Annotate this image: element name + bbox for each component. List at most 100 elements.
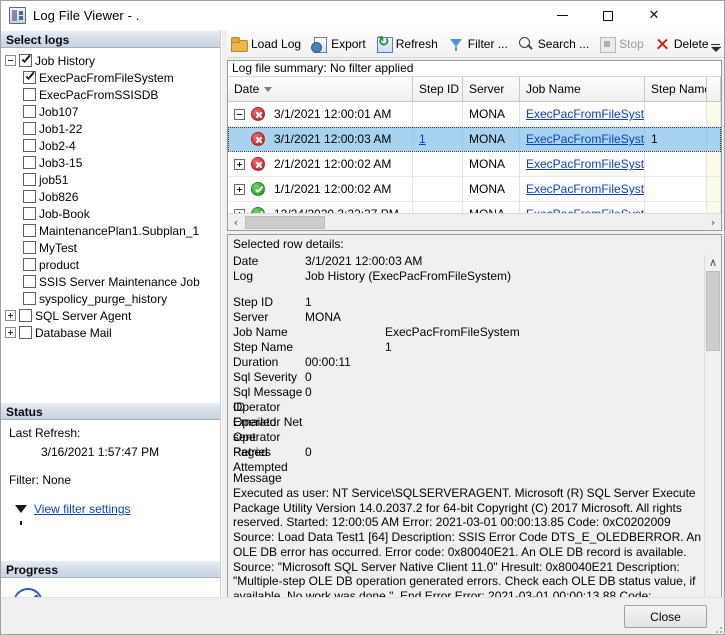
job-name-link[interactable]: ExecPacFromFileSystem <box>526 132 644 146</box>
detail-field-value: 1 <box>385 340 392 354</box>
toolbar-button-filter[interactable]: Filter ... <box>444 32 514 56</box>
tree-item[interactable]: syspolicy_purge_history <box>1 290 220 307</box>
cell-date[interactable]: 3/1/2021 12:00:03 AM <box>228 127 413 152</box>
column-header-date[interactable]: Date <box>228 77 413 102</box>
tree-item[interactable]: product <box>1 256 220 273</box>
job-name-link[interactable]: ExecPacFromFileSystem <box>526 107 644 121</box>
cell-job-name[interactable]: ExecPacFromFileSystem <box>520 127 645 152</box>
tree-expand-icon[interactable] <box>5 310 16 321</box>
tree-item[interactable]: Job History <box>1 52 220 69</box>
cell-step-name[interactable]: 1 <box>645 127 707 152</box>
tree-item[interactable]: Job826 <box>1 188 220 205</box>
cell-job-name[interactable]: ExecPacFromFileSystem <box>520 152 645 177</box>
tree-checkbox[interactable] <box>23 292 36 305</box>
tree-checkbox[interactable] <box>19 326 32 339</box>
row-collapse-icon[interactable] <box>234 108 245 120</box>
column-header-step-name[interactable]: Step Name <box>645 77 707 102</box>
tree-item[interactable]: ExecPacFromFileSystem <box>1 69 220 86</box>
cell-step-id[interactable] <box>413 102 463 127</box>
cell-step-id[interactable] <box>413 152 463 177</box>
tree-item[interactable]: SQL Server Agent <box>1 307 220 324</box>
tree-item[interactable]: Job-Book <box>1 205 220 222</box>
tree-checkbox[interactable] <box>23 173 36 186</box>
scroll-left-arrow-icon[interactable]: ‹ <box>228 215 244 230</box>
column-header-job-name[interactable]: Job Name <box>520 77 645 102</box>
tree-checkbox[interactable] <box>23 71 36 84</box>
table-row[interactable]: 3/1/2021 12:00:01 AM MONA ExecPacFromFileS… <box>228 102 721 127</box>
toolbar-button-search[interactable]: Search ... <box>514 32 595 56</box>
row-expand-icon[interactable] <box>234 158 245 170</box>
horizontal-scroll-thumb[interactable] <box>245 215 325 229</box>
tree-checkbox[interactable] <box>23 241 36 254</box>
tree-item-label: Database Mail <box>35 325 112 340</box>
tree-item[interactable]: MyTest <box>1 239 220 256</box>
scroll-up-arrow-icon[interactable]: ∧ <box>705 254 721 270</box>
close-window-button[interactable]: ✕ <box>631 1 677 30</box>
minimize-button[interactable] <box>539 1 585 30</box>
cell-job-name[interactable]: ExecPacFromFileSystem <box>520 177 645 202</box>
maximize-button[interactable] <box>585 1 631 30</box>
cell-step-name[interactable] <box>645 177 707 202</box>
toolbar-overflow-icon[interactable] <box>709 36 722 52</box>
tree-checkbox[interactable] <box>19 309 32 322</box>
cell-step-name[interactable] <box>645 102 707 127</box>
detail-field-key: Sql Severity <box>233 370 298 384</box>
cell-date[interactable]: 3/1/2021 12:00:01 AM <box>228 102 413 127</box>
cell-step-id[interactable]: 1 <box>413 127 463 152</box>
job-name-link[interactable]: ExecPacFromFileSystem <box>526 182 644 196</box>
tree-checkbox[interactable] <box>23 88 36 101</box>
tree-item[interactable]: Job107 <box>1 103 220 120</box>
log-source-tree[interactable]: Job History ExecPacFromFileSystem ExecPacF… <box>1 49 220 402</box>
tree-item[interactable]: job51 <box>1 171 220 188</box>
tree-item[interactable]: ExecPacFromSSISDB <box>1 86 220 103</box>
tree-collapse-icon[interactable] <box>5 55 16 66</box>
resize-grip[interactable] <box>710 621 722 633</box>
cell-step-name[interactable] <box>645 152 707 177</box>
toolbar-button-refresh[interactable]: Refresh <box>372 32 444 56</box>
close-button[interactable]: Close <box>624 605 707 628</box>
tree-checkbox[interactable] <box>23 156 36 169</box>
tree-checkbox[interactable] <box>23 207 36 220</box>
job-name-link[interactable]: ExecPacFromFileSystem <box>526 157 644 171</box>
tree-checkbox[interactable] <box>23 258 36 271</box>
tree-checkbox[interactable] <box>23 122 36 135</box>
cell-server[interactable]: MONA <box>463 152 520 177</box>
tree-item[interactable]: Job2-4 <box>1 137 220 154</box>
tree-item[interactable]: Job3-15 <box>1 154 220 171</box>
tree-item[interactable]: Job1-22 <box>1 120 220 137</box>
grid-horizontal-scrollbar[interactable]: ‹ › <box>228 213 721 230</box>
toolbar-button-export[interactable]: Export <box>307 32 372 56</box>
tree-expand-icon[interactable] <box>5 327 16 338</box>
tree-checkbox[interactable] <box>23 105 36 118</box>
column-header-server[interactable]: Server <box>463 77 520 102</box>
details-vertical-scrollbar[interactable]: ∧ ∨ <box>704 254 721 625</box>
table-row[interactable]: 2/1/2021 12:00:02 AM MONA ExecPacFromFileS… <box>228 152 721 177</box>
tree-checkbox[interactable] <box>23 190 36 203</box>
tree-checkbox[interactable] <box>23 139 36 152</box>
cell-date[interactable]: 1/1/2021 12:00:02 AM <box>228 177 413 202</box>
row-expand-icon[interactable] <box>234 183 245 195</box>
table-row[interactable]: 3/1/2021 12:00:03 AM 1 MONA ExecPacFromFile… <box>228 127 721 152</box>
view-filter-settings-link[interactable]: View filter settings <box>34 502 131 516</box>
detail-field: Operator Emailed <box>233 400 705 429</box>
cell-server[interactable]: MONA <box>463 102 520 127</box>
view-filter-settings-row[interactable]: View filter settings <box>9 502 220 525</box>
cell-step-id[interactable] <box>413 177 463 202</box>
scroll-right-arrow-icon[interactable]: › <box>705 215 721 230</box>
detail-field-key: Step Name <box>233 340 294 354</box>
cell-date[interactable]: 2/1/2021 12:00:02 AM <box>228 152 413 177</box>
cell-job-name[interactable]: ExecPacFromFileSystem <box>520 102 645 127</box>
tree-checkbox[interactable] <box>19 54 32 67</box>
tree-item[interactable]: Database Mail <box>1 324 220 341</box>
tree-checkbox[interactable] <box>23 224 36 237</box>
toolbar-button-load-log[interactable]: Load Log <box>227 32 307 56</box>
table-row[interactable]: 1/1/2021 12:00:02 AM MONA ExecPacFromFileS… <box>228 177 721 202</box>
tree-checkbox[interactable] <box>23 275 36 288</box>
column-header-step-id[interactable]: Step ID <box>413 77 463 102</box>
cell-step-id-text[interactable]: 1 <box>419 132 426 146</box>
cell-server[interactable]: MONA <box>463 177 520 202</box>
tree-item[interactable]: SSIS Server Maintenance Job <box>1 273 220 290</box>
vertical-scroll-thumb[interactable] <box>706 271 720 351</box>
tree-item[interactable]: MaintenancePlan1.Subplan_1 <box>1 222 220 239</box>
cell-server[interactable]: MONA <box>463 127 520 152</box>
